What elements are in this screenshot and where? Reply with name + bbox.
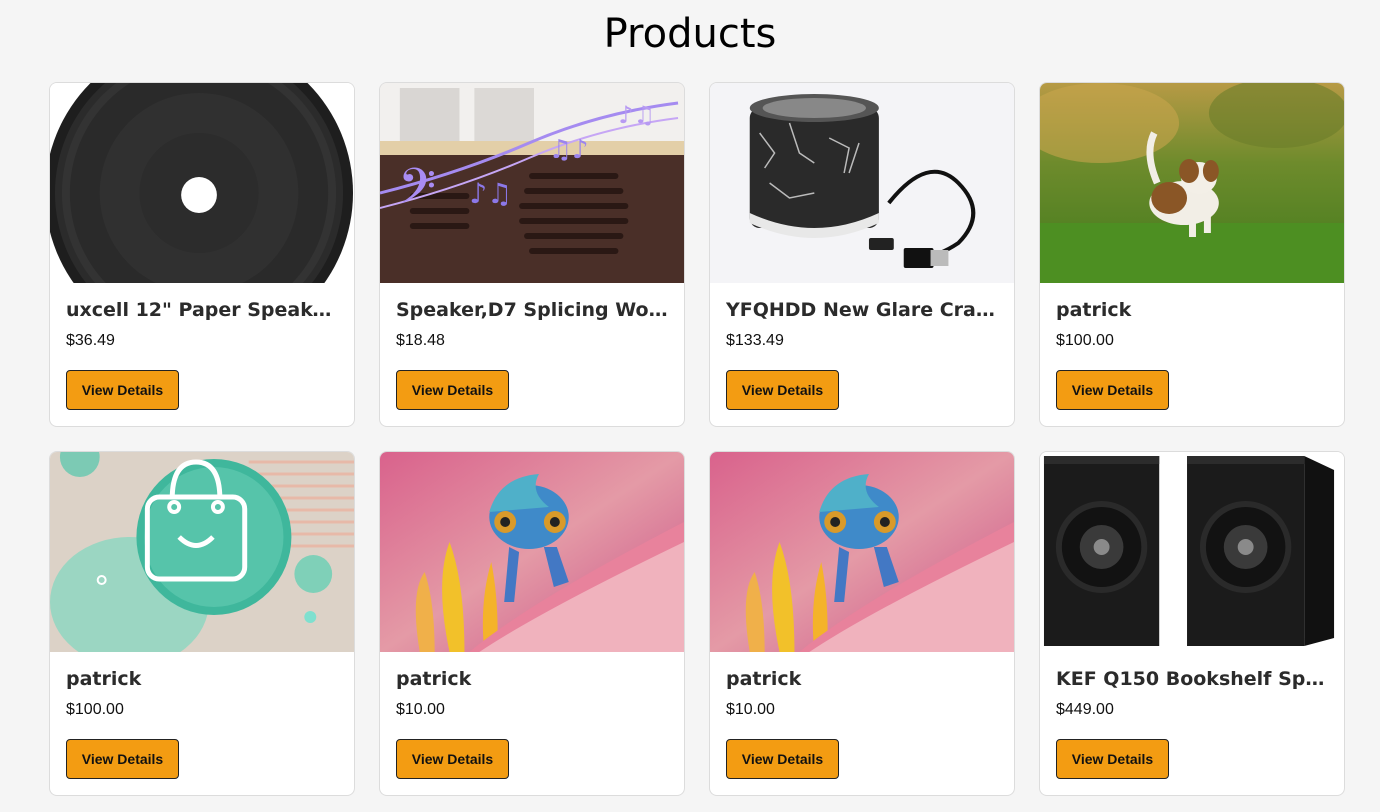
svg-text:♪♫: ♪♫ xyxy=(618,101,655,129)
product-card: patrick $10.00 View Details xyxy=(379,451,685,796)
product-title[interactable]: Speaker,D7 Splicing Wood ... xyxy=(396,298,668,322)
product-title[interactable]: YFQHDD New Glare Crack ... xyxy=(726,298,998,322)
product-title[interactable]: patrick xyxy=(726,667,998,691)
product-price: $133.49 xyxy=(726,332,784,349)
product-title[interactable]: patrick xyxy=(1056,298,1328,322)
svg-text:♫♪: ♫♪ xyxy=(549,135,589,165)
chameleon-on-flower-image xyxy=(710,452,1014,652)
speaker-cone-image xyxy=(50,83,354,283)
product-price: $100.00 xyxy=(1056,332,1114,349)
wood-speaker-music-notes-image: 𝄢 ♪♫ ♫♪ ♪♫ xyxy=(380,83,684,283)
mini-speaker-usb-cable-image xyxy=(710,83,1014,283)
bookshelf-speakers-image xyxy=(1040,452,1344,652)
product-card: YFQHDD New Glare Crack ... $133.49 View … xyxy=(709,82,1015,427)
product-card: KEF Q150 Bookshelf Speak... $449.00 View… xyxy=(1039,451,1345,796)
product-price: $100.00 xyxy=(66,701,124,718)
view-details-button[interactable]: View Details xyxy=(726,370,839,410)
view-details-button[interactable]: View Details xyxy=(66,739,179,779)
product-title[interactable]: uxcell 12" Paper Speaker C... xyxy=(66,298,338,322)
view-details-button[interactable]: View Details xyxy=(726,739,839,779)
product-price: $449.00 xyxy=(1056,701,1114,718)
view-details-button[interactable]: View Details xyxy=(396,739,509,779)
product-grid: uxcell 12" Paper Speaker C... $36.49 Vie… xyxy=(49,82,1345,796)
puppy-on-grass-image xyxy=(1040,83,1344,283)
svg-text:𝄢: 𝄢 xyxy=(398,158,436,228)
product-card: uxcell 12" Paper Speaker C... $36.49 Vie… xyxy=(49,82,355,427)
product-price: $18.48 xyxy=(396,332,445,349)
chameleon-on-flower-image xyxy=(380,452,684,652)
product-title[interactable]: patrick xyxy=(396,667,668,691)
svg-text:♪♫: ♪♫ xyxy=(469,177,512,210)
view-details-button[interactable]: View Details xyxy=(1056,370,1169,410)
product-price: $36.49 xyxy=(66,332,115,349)
product-card: 𝄢 ♪♫ ♫♪ ♪♫ Speaker,D7 Splicing Wood ... … xyxy=(379,82,685,427)
product-card: patrick $100.00 View Details xyxy=(49,451,355,796)
product-price: $10.00 xyxy=(726,701,775,718)
product-price: $10.00 xyxy=(396,701,445,718)
shopping-bag-logo-image xyxy=(50,452,354,652)
page-title: Products xyxy=(603,11,777,57)
view-details-button[interactable]: View Details xyxy=(1056,739,1169,779)
product-card: patrick $10.00 View Details xyxy=(709,451,1015,796)
product-card: patrick $100.00 View Details xyxy=(1039,82,1345,427)
product-title[interactable]: patrick xyxy=(66,667,338,691)
view-details-button[interactable]: View Details xyxy=(66,370,179,410)
view-details-button[interactable]: View Details xyxy=(396,370,509,410)
product-title[interactable]: KEF Q150 Bookshelf Speak... xyxy=(1056,667,1328,691)
